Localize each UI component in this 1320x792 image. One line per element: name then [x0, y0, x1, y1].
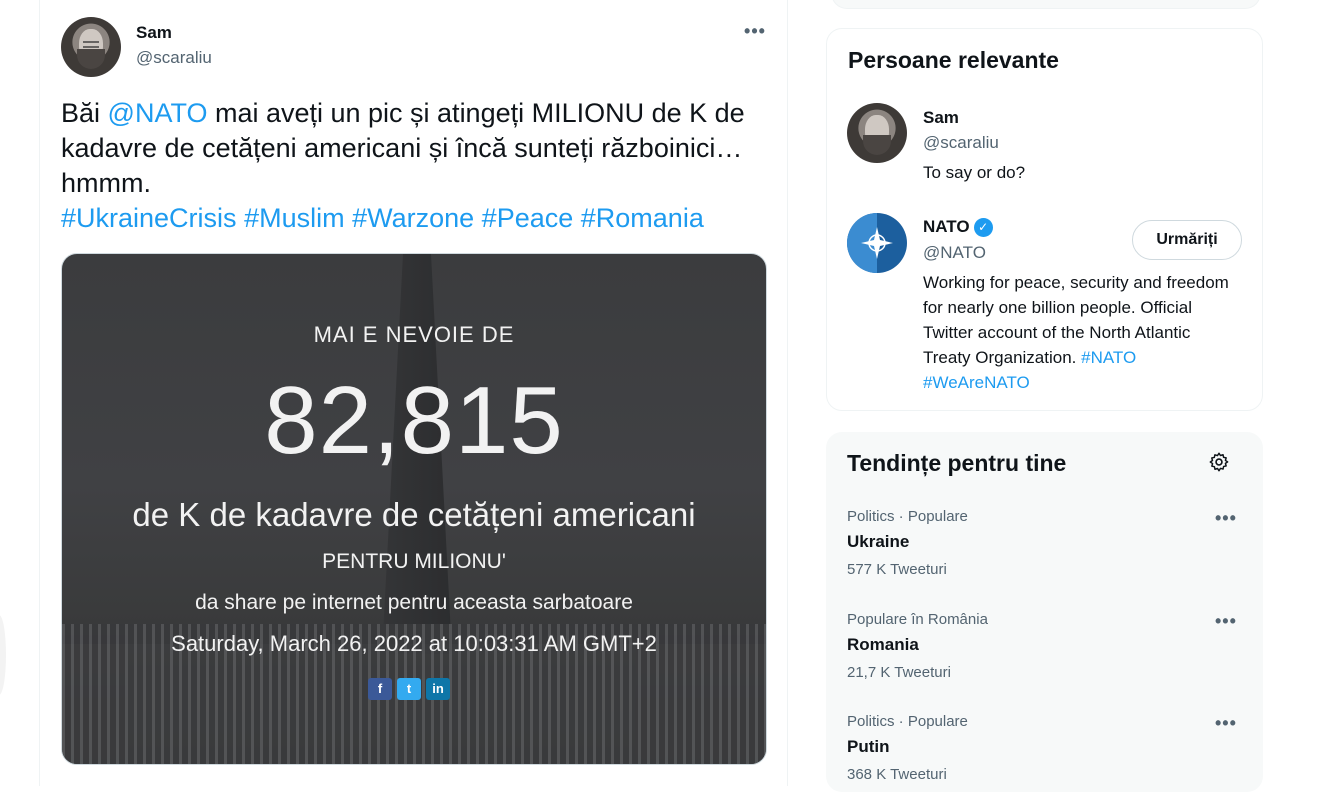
trend-count: 368 K Tweeturi: [847, 766, 947, 783]
hashtag-link[interactable]: #Peace: [482, 203, 574, 233]
trend-meta: Politics · Populare: [847, 713, 968, 730]
person-bio: Working for peace, security and freedom …: [923, 270, 1238, 395]
tweet-text: Băi @NATO mai aveți un pic și atingeți M…: [61, 96, 761, 236]
relevant-title: Persoane relevante: [848, 47, 1059, 73]
trend-meta: Politics · Populare: [847, 508, 968, 525]
tweet-column: Sam @scaraliu ••• Băi @NATO mai aveți un…: [39, 0, 788, 786]
search-box-bottom-edge: [831, 0, 1261, 9]
person-bio: To say or do?: [923, 163, 1026, 182]
trend-name[interactable]: Romania: [847, 635, 1247, 655]
hashtag-link[interactable]: #WeAreNATO: [923, 373, 1030, 392]
trend-count: 21,7 K Tweeturi: [847, 664, 951, 681]
tweet-media-image[interactable]: MAI E NEVOIE DE 82,815 de K de kadavre d…: [61, 253, 767, 765]
media-line-4: da share pe internet pentru aceasta sarb…: [195, 591, 633, 614]
media-line-2: de K de kadavre de cetățeni americani: [132, 496, 696, 533]
share-icons: f t in: [368, 678, 450, 700]
author-name[interactable]: Sam: [136, 23, 172, 43]
nato-avatar[interactable]: [847, 213, 907, 273]
trend-name[interactable]: Ukraine: [847, 532, 1247, 552]
linkedin-icon: in: [426, 678, 450, 700]
person-handle[interactable]: @scaraliu: [923, 133, 999, 153]
trend-item[interactable]: Politics · Populare Ukraine 577 K Tweetu…: [847, 508, 1247, 578]
person-name[interactable]: Sam: [923, 108, 959, 128]
trend-count: 577 K Tweeturi: [847, 561, 947, 578]
tweet-text-prefix: Băi: [61, 98, 108, 128]
scroll-edge-shadow: [0, 615, 6, 695]
hashtag-link[interactable]: #Romania: [581, 203, 704, 233]
trends-panel: Tendințe pentru tine Politics · Populare…: [826, 432, 1263, 792]
media-date: Saturday, March 26, 2022 at 10:03:31 AM …: [171, 631, 657, 656]
hashtag-link[interactable]: #UkraineCrisis: [61, 203, 237, 233]
author-handle[interactable]: @scaraliu: [136, 48, 212, 68]
nato-star-icon: [861, 227, 893, 259]
nato-name-row[interactable]: NATO ✓: [923, 217, 993, 238]
facebook-icon: f: [368, 678, 392, 700]
person-handle[interactable]: @NATO: [923, 243, 986, 263]
trend-meta: Populare în România: [847, 611, 988, 628]
trends-title: Tendințe pentru tine: [847, 450, 1067, 476]
trend-more-icon[interactable]: •••: [1215, 713, 1237, 734]
follow-button[interactable]: Urmăriți: [1132, 220, 1242, 260]
twitter-icon: t: [397, 678, 421, 700]
verified-badge-icon: ✓: [973, 218, 993, 238]
media-line-3: PENTRU MILIONU': [322, 550, 506, 573]
relevant-people-panel: Persoane relevante Sam @scaraliu To say …: [826, 28, 1263, 411]
author-avatar[interactable]: [61, 17, 121, 77]
person-name[interactable]: NATO: [923, 217, 970, 236]
hashtag-link[interactable]: #Muslim: [244, 203, 345, 233]
hashtag-link[interactable]: #NATO: [1081, 348, 1136, 367]
trend-item[interactable]: Politics · Populare Putin 368 K Tweeturi…: [847, 713, 1247, 783]
trend-more-icon[interactable]: •••: [1215, 508, 1237, 529]
media-number: 82,815: [264, 367, 564, 474]
settings-gear-icon[interactable]: [1208, 451, 1230, 473]
sam-avatar[interactable]: [847, 103, 907, 163]
hashtag-link[interactable]: #Warzone: [352, 203, 474, 233]
nato-bio-text: Working for peace, security and freedom …: [923, 273, 1229, 367]
media-line-1: MAI E NEVOIE DE: [313, 322, 515, 347]
mention-link[interactable]: @NATO: [108, 98, 208, 128]
trend-item[interactable]: Populare în România Romania 21,7 K Tweet…: [847, 611, 1247, 681]
trend-more-icon[interactable]: •••: [1215, 611, 1237, 632]
more-options-icon[interactable]: •••: [740, 20, 770, 46]
trend-name[interactable]: Putin: [847, 737, 1247, 757]
